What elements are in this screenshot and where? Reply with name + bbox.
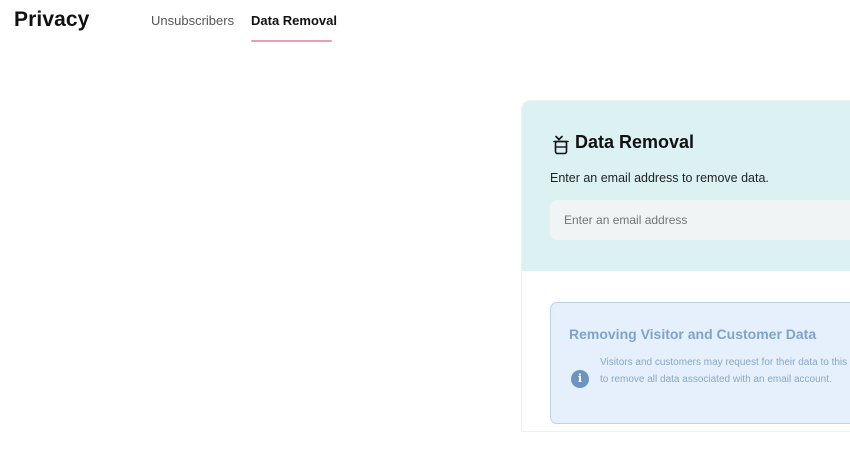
tab-data-removal[interactable]: Data Removal	[251, 13, 337, 28]
active-tab-indicator	[251, 40, 332, 42]
card-subtitle: Enter an email address to remove data.	[550, 171, 769, 185]
info-title: Removing Visitor and Customer Data	[569, 326, 817, 342]
info-icon: i	[571, 370, 589, 388]
data-removal-card-header: Data Removal Enter an email address to r…	[522, 101, 850, 271]
email-input[interactable]	[550, 200, 850, 240]
info-box: Removing Visitor and Customer Data i Vis…	[550, 302, 850, 424]
info-text: Visitors and customers may request for t…	[600, 357, 850, 385]
top-bar: Privacy Unsubscribers Data Removal	[0, 0, 850, 46]
tab-unsubscribers[interactable]: Unsubscribers	[151, 13, 234, 28]
data-removal-card: Data Removal Enter an email address to r…	[522, 101, 850, 431]
trash-icon	[553, 135, 569, 155]
card-title: Data Removal	[575, 132, 695, 152]
page-title: Privacy	[14, 8, 90, 31]
